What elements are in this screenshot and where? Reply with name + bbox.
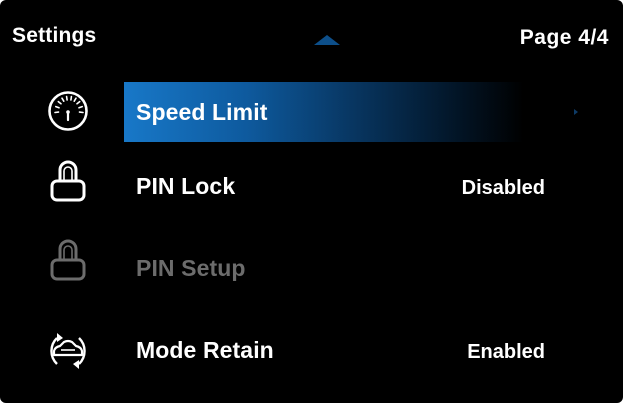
padlock-icon [50, 160, 86, 202]
menu-item-value: Enabled [467, 341, 545, 363]
scroll-up-arrow-icon[interactable] [314, 35, 340, 45]
menu-item-label: PIN Lock [136, 173, 236, 199]
settings-screen: Settings Page 4/4 Speed Limit PIN Lock D… [0, 0, 623, 403]
menu-item-mode-retain[interactable]: Mode Retain Enabled [0, 320, 623, 382]
menu-item-pin-setup: PIN Setup [0, 238, 623, 300]
menu-item-label: Speed Limit [136, 99, 268, 125]
chevron-right-icon [574, 109, 578, 115]
padlock-icon [50, 239, 86, 281]
page-indicator: Page 4/4 [519, 26, 609, 49]
page-title: Settings [12, 24, 97, 47]
mode-retain-icon [50, 333, 86, 369]
menu-item-speed-limit[interactable]: Speed Limit [0, 82, 623, 144]
menu-item-label: PIN Setup [136, 255, 246, 281]
menu-item-value: Disabled [461, 177, 545, 199]
menu-item-label: Mode Retain [136, 337, 274, 363]
menu-item-pin-lock[interactable]: PIN Lock Disabled [0, 156, 623, 218]
speedometer-icon [48, 91, 88, 131]
